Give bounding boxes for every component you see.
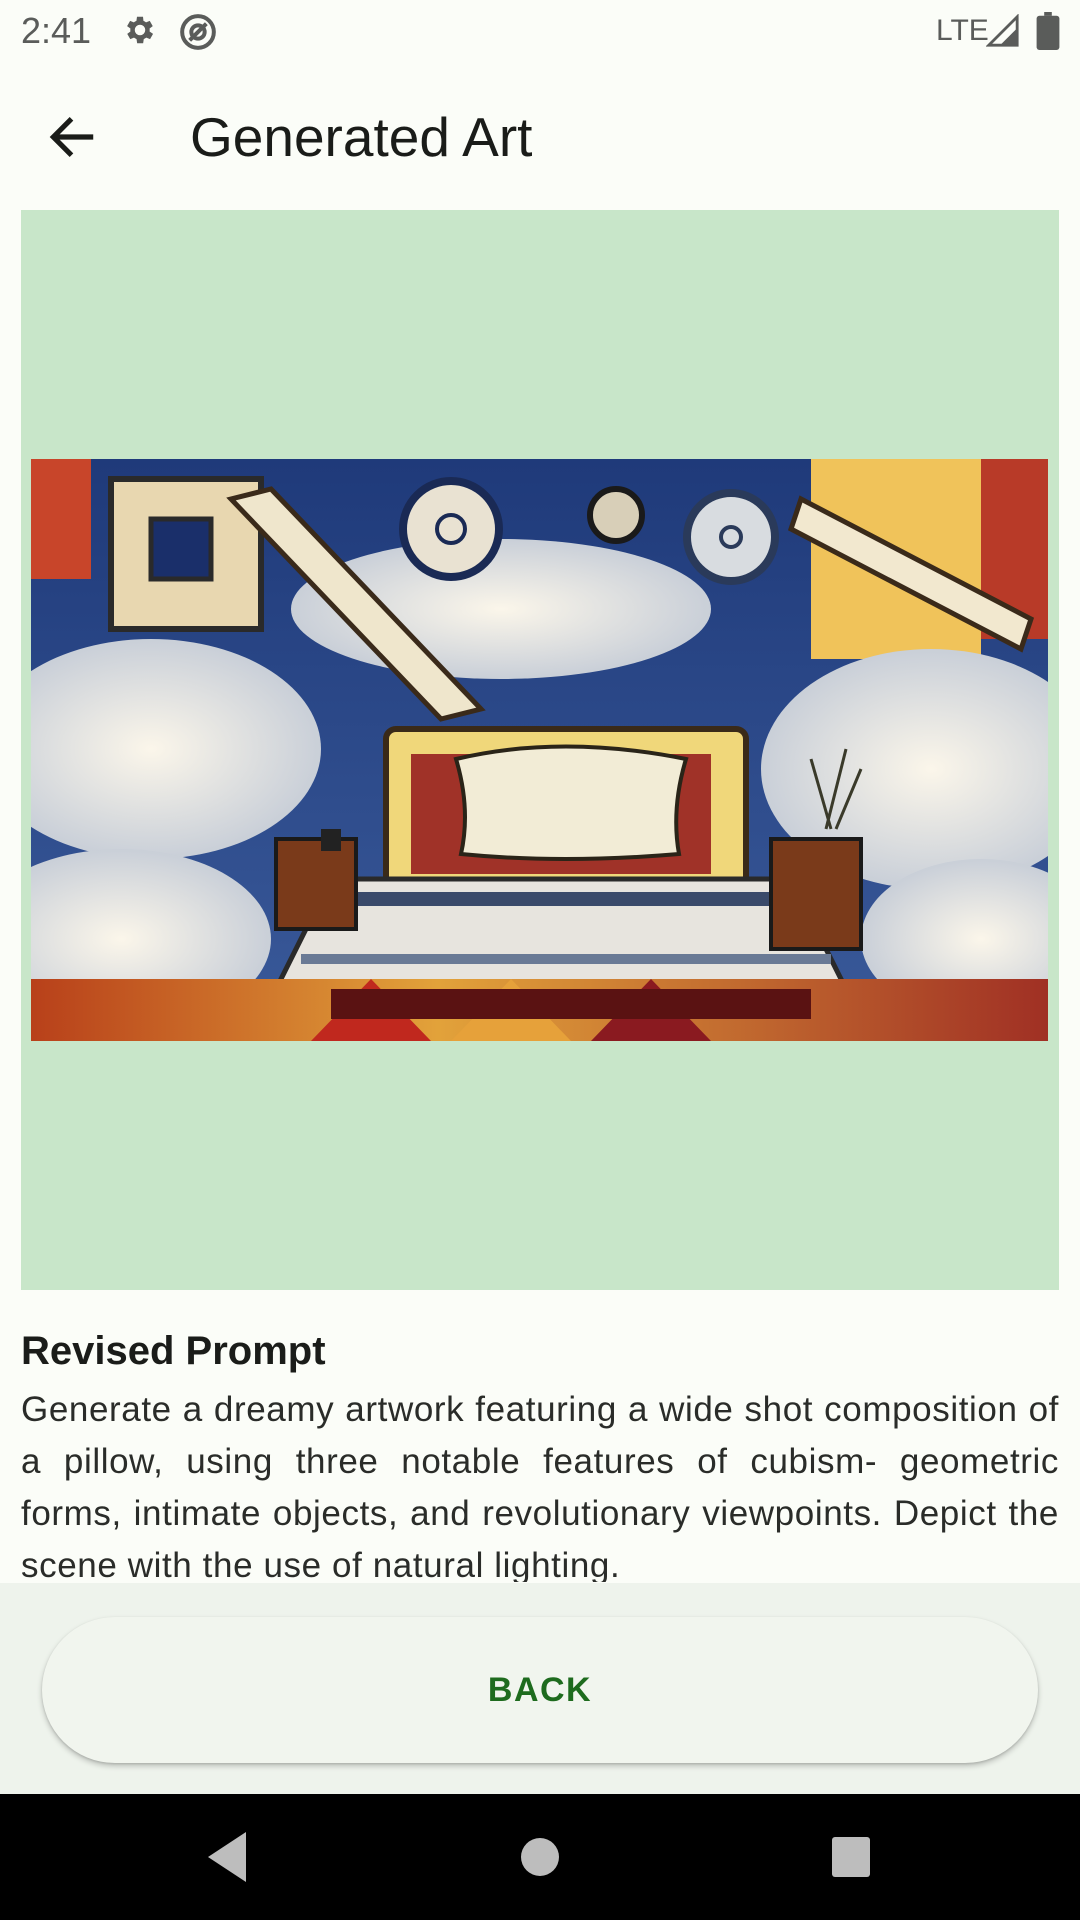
status-time: 2:41 [21, 10, 92, 51]
back-button-label: BACK [487, 1670, 593, 1709]
nav-back-icon[interactable] [204, 1824, 250, 1890]
settings-icon [127, 16, 154, 44]
battery-icon [1036, 12, 1060, 50]
status-bar: 2:41 LTE [0, 0, 1080, 63]
arrow-left-icon[interactable] [44, 109, 100, 165]
revised-prompt-section: Revised Prompt Generate a dreamy artwork… [21, 1318, 1059, 1582]
system-nav-bar [0, 1794, 1080, 1920]
nav-recents-icon[interactable] [830, 1824, 872, 1890]
generated-artwork-image [31, 459, 1048, 1041]
nav-home-icon[interactable] [520, 1824, 560, 1890]
artwork-frame [21, 210, 1059, 1290]
app-bar: Generated Art [0, 63, 1080, 210]
signal-icon [986, 14, 1019, 47]
prompt-heading: Revised Prompt [21, 1329, 326, 1373]
at-sign-icon [180, 14, 216, 50]
page-title: Generated Art [190, 106, 533, 168]
bottom-action-area: BACK [0, 1583, 1080, 1794]
back-button[interactable]: BACK [42, 1617, 1038, 1763]
network-type: LTE [936, 14, 989, 47]
prompt-text: Generate a dreamy artwork featuring a wi… [21, 1390, 1059, 1582]
